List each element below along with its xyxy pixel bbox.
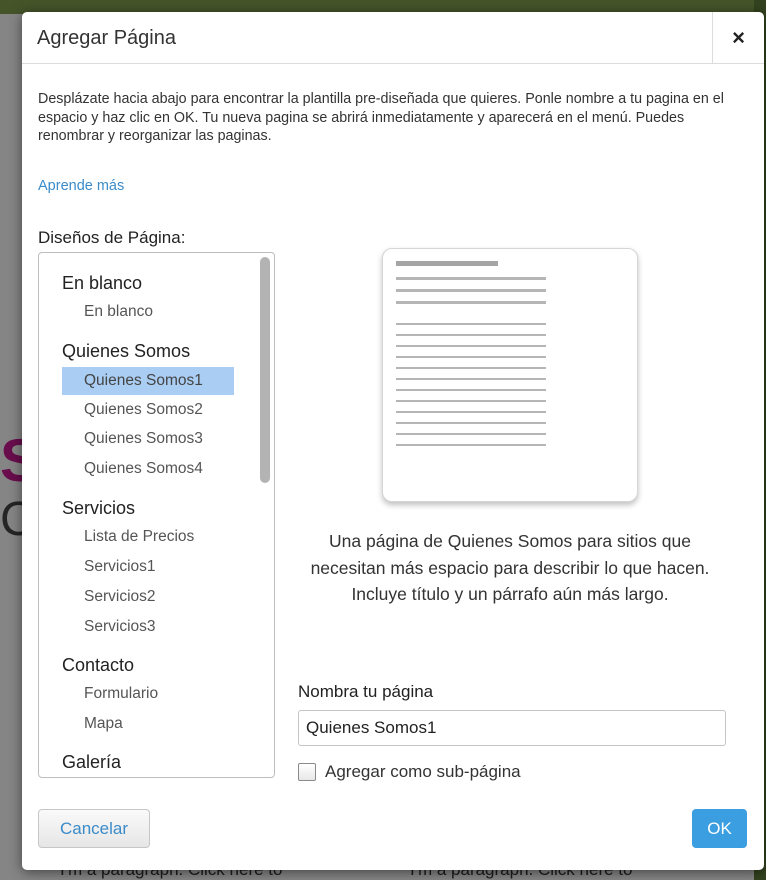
group-title-galeria: Galería bbox=[62, 752, 122, 772]
dialog-title: Agregar Página bbox=[37, 27, 176, 49]
layout-item-servicios3[interactable]: Servicios3 bbox=[62, 613, 234, 641]
close-icon: × bbox=[732, 25, 745, 50]
preview-text-line bbox=[396, 378, 546, 380]
preview-text-line bbox=[396, 277, 546, 280]
preview-text-line bbox=[396, 433, 546, 435]
layout-list-scrollbar[interactable] bbox=[258, 255, 272, 775]
preview-text-line bbox=[396, 334, 546, 336]
subpage-label[interactable]: Agregar como sub-página bbox=[325, 762, 521, 782]
layout-item-mapa[interactable]: Mapa bbox=[62, 710, 234, 738]
layout-preview-thumbnail bbox=[382, 248, 638, 502]
preview-text-line bbox=[396, 301, 546, 304]
page-name-label: Nombra tu página bbox=[298, 682, 434, 701]
layout-item-quienes-somos3[interactable]: Quienes Somos3 bbox=[62, 425, 234, 453]
layout-item-servicios2[interactable]: Servicios2 bbox=[62, 583, 234, 611]
preview-text-line bbox=[396, 422, 546, 424]
learn-more-link[interactable]: Aprende más bbox=[38, 178, 124, 194]
layout-item-lista-de-precios[interactable]: Lista de Precios bbox=[62, 523, 234, 551]
layout-item-quienes-somos1[interactable]: Quienes Somos1 bbox=[62, 367, 234, 395]
page-layout-list[interactable]: En blanco En blanco Quienes Somos Quiene… bbox=[38, 252, 275, 778]
cancel-button[interactable]: Cancelar bbox=[38, 809, 150, 848]
close-button[interactable]: × bbox=[712, 12, 764, 64]
dialog-header: Agregar Página × bbox=[22, 12, 764, 64]
group-title-contacto: Contacto bbox=[62, 655, 135, 675]
preview-text-line bbox=[396, 411, 546, 413]
layout-item-servicios1[interactable]: Servicios1 bbox=[62, 553, 234, 581]
add-page-dialog: Agregar Página × Desplázate hacia abajo … bbox=[22, 12, 764, 870]
layouts-label: Diseños de Página: bbox=[38, 228, 186, 247]
preview-text-line bbox=[396, 367, 546, 369]
layout-item-quienes-somos2[interactable]: Quienes Somos2 bbox=[62, 396, 234, 424]
preview-text-line bbox=[396, 289, 546, 292]
layout-description: Una página de Quienes Somos para sitios … bbox=[310, 531, 710, 604]
preview-title-line bbox=[396, 261, 498, 266]
subpage-checkbox[interactable] bbox=[298, 763, 316, 781]
scrollbar-thumb[interactable] bbox=[260, 257, 270, 483]
ok-button[interactable]: OK bbox=[692, 809, 747, 848]
group-title-servicios: Servicios bbox=[62, 498, 136, 518]
instructions-text: Desplázate hacia abajo para encontrar la… bbox=[38, 91, 724, 144]
layout-item-formulario[interactable]: Formulario bbox=[62, 680, 234, 708]
layout-item-en-blanco[interactable]: En blanco bbox=[62, 298, 234, 326]
preview-text-line bbox=[396, 389, 546, 391]
group-title-quienes-somos: Quienes Somos bbox=[62, 341, 191, 361]
page-name-input[interactable] bbox=[298, 710, 726, 746]
preview-text-line bbox=[396, 400, 546, 402]
subpage-option: Agregar como sub-página bbox=[298, 761, 521, 783]
group-title-en-blanco: En blanco bbox=[62, 273, 143, 293]
preview-text-line bbox=[396, 323, 546, 325]
preview-text-line bbox=[396, 345, 546, 347]
layout-item-quienes-somos4[interactable]: Quienes Somos4 bbox=[62, 455, 234, 483]
preview-text-line bbox=[396, 356, 546, 358]
preview-text-line bbox=[396, 444, 546, 446]
